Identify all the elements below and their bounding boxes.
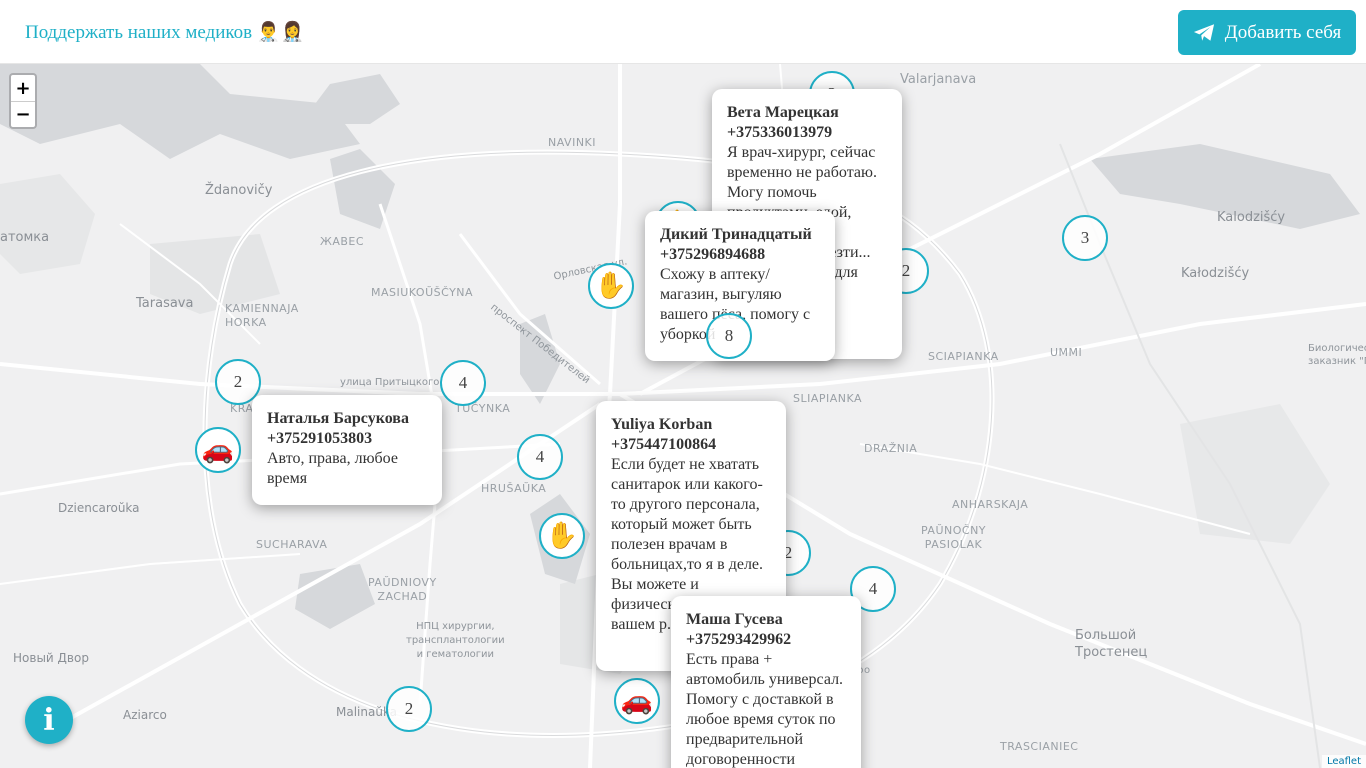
- support-medics-link[interactable]: Поддержать наших медиков 👨‍⚕️👩‍⚕️: [25, 20, 304, 44]
- zoom-in-button[interactable]: +: [11, 75, 35, 101]
- volunteer-name: Yuliya Korban: [611, 416, 713, 433]
- volunteer-name: Вета Марецкая: [727, 104, 839, 121]
- volunteer-phone[interactable]: +375447100864: [611, 435, 771, 455]
- top-bar: Поддержать наших медиков 👨‍⚕️👩‍⚕️ Добави…: [0, 0, 1366, 64]
- label-kalodziscy-2: Kałodzišćy: [1181, 266, 1250, 281]
- volunteer-name: Маша Гусева: [686, 611, 783, 628]
- info-button[interactable]: i: [25, 696, 73, 744]
- label-tarasava: Tarasava: [136, 296, 194, 311]
- label-sciapianka: SCIAPIANKA: [928, 350, 999, 363]
- volunteer-name: Дикий Тринадцатый: [660, 226, 812, 243]
- cluster-marker[interactable]: 3: [1062, 215, 1108, 261]
- label-paudniovy-zachad: PAŬDNIOVY ZACHAD: [368, 576, 437, 603]
- label-kalodziscy-1: Kalodzišćy: [1217, 210, 1286, 225]
- volunteer-phone[interactable]: +375293429962: [686, 630, 846, 650]
- add-yourself-button[interactable]: Добавить себя: [1178, 10, 1356, 55]
- label-anharskaja: ANHARSKAJA: [952, 498, 1029, 511]
- cluster-marker[interactable]: 4: [517, 434, 563, 480]
- label-bolshoy-trostenec: Большой Тростенец: [1075, 628, 1148, 660]
- label-novy-dvor: Новый Двор: [13, 651, 89, 665]
- add-yourself-label: Добавить себя: [1224, 21, 1342, 43]
- label-dziencarouka: Dziencaroŭka: [58, 501, 140, 515]
- label-traszianiec: TRASCIANIEC: [1000, 740, 1079, 753]
- label-sucharava: SUCHARAVA: [256, 538, 328, 551]
- label-sliapianka: SLIAPIANKA: [793, 392, 863, 405]
- label-ul-prityckogo: улица Притыцкого: [340, 377, 440, 388]
- volunteer-name: Наталья Барсукова: [267, 410, 409, 427]
- label-hrusauka: HRUŠAŬKA: [481, 482, 547, 495]
- volunteer-phone[interactable]: +375291053803: [267, 429, 427, 449]
- volunteer-phone[interactable]: +375296894688: [660, 245, 820, 265]
- label-ummi: UMMI: [1050, 346, 1083, 359]
- label-masiukouscyna: MASIUKOŬŠČYNA: [371, 286, 474, 299]
- volunteer-popup: Наталья Барсукова +375291053803 Авто, пр…: [252, 395, 442, 505]
- label-navinki: NAVINKI: [548, 136, 597, 149]
- label-bio-reserve: Биологичес заказник "Глеб: [1308, 343, 1366, 367]
- volunteer-description: Есть права + автомобиль универсал. Помог…: [686, 651, 844, 768]
- volunteer-marker-hand[interactable]: ✋: [539, 513, 585, 559]
- volunteer-popup: Маша Гусева +375293429962 Есть права + а…: [671, 596, 861, 768]
- label-valarjanava: Valarjanava: [900, 72, 977, 87]
- cluster-marker[interactable]: 4: [440, 360, 486, 406]
- map-container[interactable]: Valarjanava NAVINKI Ždanovičy атомка ЖAВ…: [0, 64, 1366, 768]
- cluster-marker[interactable]: 2: [386, 686, 432, 732]
- label-azirco: Aziarco: [123, 708, 167, 722]
- label-npc: НПЦ хирургии, трансплантологии и гематол…: [406, 621, 505, 660]
- paper-plane-icon: [1193, 24, 1214, 41]
- label-kamiennaja-horka: KAMIENNAJA HORKA: [225, 302, 299, 329]
- volunteer-marker-car[interactable]: 🚗: [195, 427, 241, 473]
- volunteer-phone[interactable]: +375336013979: [727, 123, 887, 143]
- zoom-out-button[interactable]: −: [11, 101, 35, 127]
- cluster-marker[interactable]: 8: [706, 313, 752, 359]
- label-atomka: атомка: [0, 230, 50, 245]
- label-zdanovicy: Ždanovičy: [205, 183, 273, 198]
- volunteer-marker-hand[interactable]: ✋: [588, 263, 634, 309]
- zoom-control: + −: [9, 73, 37, 129]
- volunteer-description: Авто, права, любое время: [267, 450, 398, 487]
- volunteer-marker-car[interactable]: 🚗: [614, 678, 660, 724]
- label-paunocny-pasiolak: PAŬNOČNY PASIOLAK: [921, 524, 987, 551]
- label-drazna: DRAŽNIA: [864, 442, 918, 455]
- label-zhavec: ЖAВЕC: [320, 235, 365, 248]
- leaflet-attribution-link[interactable]: Leaflet: [1321, 755, 1366, 768]
